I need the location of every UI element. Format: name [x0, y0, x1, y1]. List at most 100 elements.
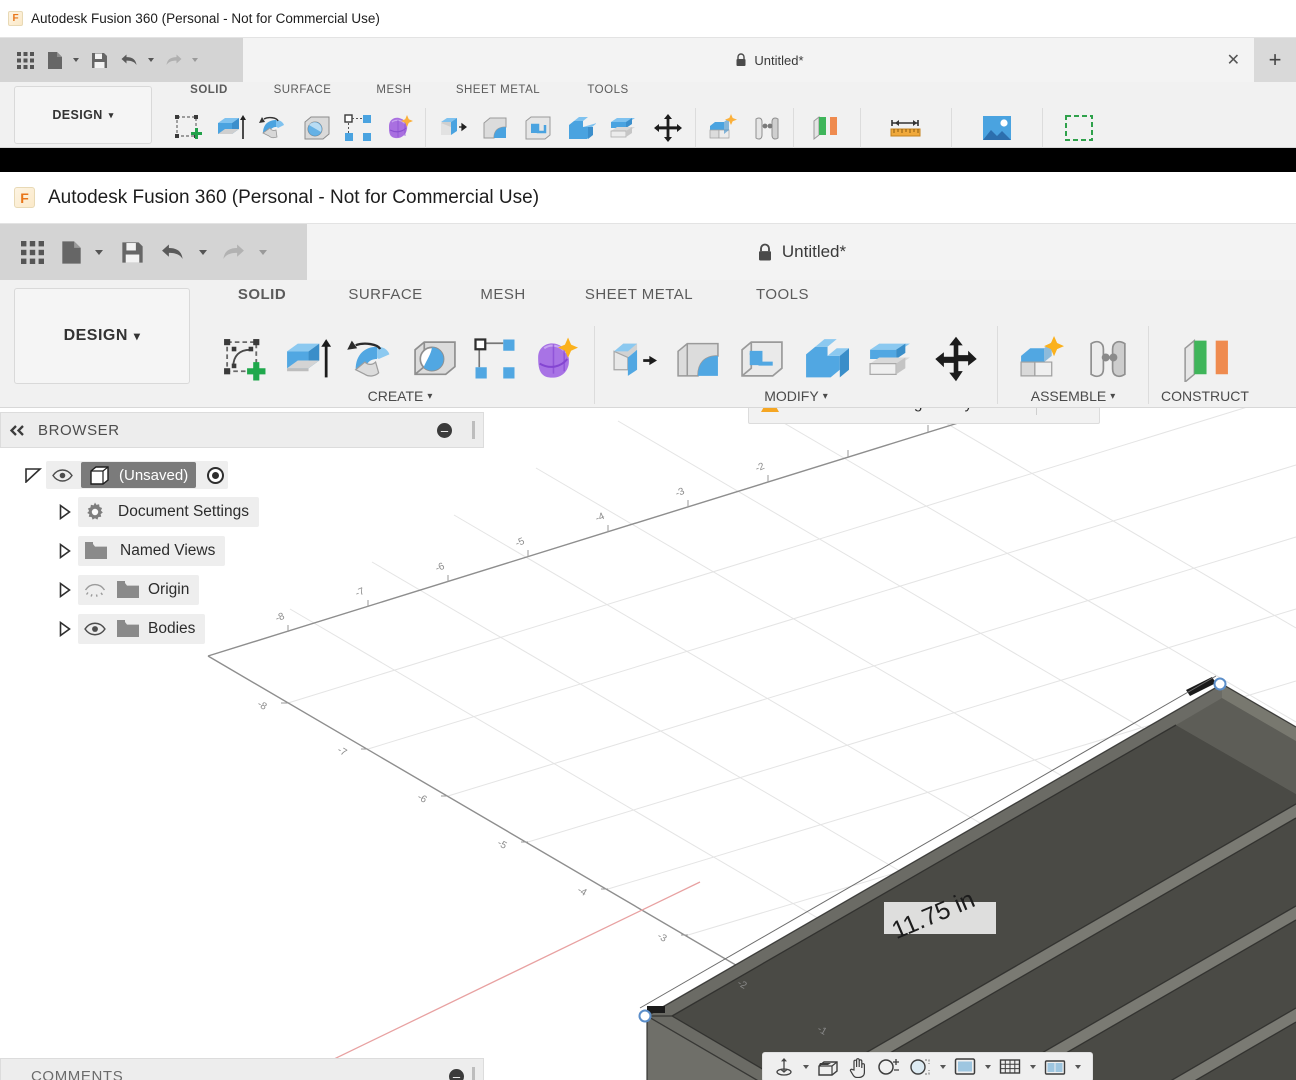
combine-icon[interactable]	[561, 108, 601, 148]
grid-apps-icon[interactable]	[12, 232, 52, 272]
insert-image-icon[interactable]	[974, 108, 1020, 148]
offset-plane-icon[interactable]	[804, 108, 850, 148]
offset-face-icon[interactable]	[604, 108, 644, 148]
select-window-icon[interactable]	[1057, 108, 1101, 148]
measure-icon[interactable]	[883, 108, 929, 148]
revolve-icon[interactable]	[254, 108, 294, 148]
pan-hand-icon[interactable]	[844, 1054, 872, 1080]
browser-node-document-settings[interactable]: Document Settings	[0, 492, 470, 531]
extrude-icon[interactable]	[211, 108, 251, 148]
new-component-icon[interactable]	[1010, 330, 1072, 388]
workspace-selector[interactable]: DESIGN ▾	[14, 288, 190, 384]
undo-caret-icon[interactable]	[194, 232, 212, 272]
top-document-tab[interactable]: Untitled*	[735, 53, 803, 68]
activate-radio-icon[interactable]	[207, 467, 224, 484]
undo-caret-icon[interactable]	[145, 45, 157, 75]
redo-arrow-icon[interactable]	[160, 45, 186, 75]
orbit-icon[interactable]	[771, 1054, 797, 1080]
comments-panel-header[interactable]: COMMENTS –	[0, 1058, 484, 1080]
tab-solid[interactable]: SOLID	[206, 286, 318, 303]
new-file-caret-icon[interactable]	[70, 45, 82, 75]
panel-modify-label[interactable]: MODIFY ▾	[764, 388, 827, 404]
grid-apps-icon[interactable]	[10, 45, 40, 75]
redo-caret-icon[interactable]	[189, 45, 201, 75]
create-sketch-icon[interactable]	[168, 108, 208, 148]
extrude-icon[interactable]	[278, 330, 336, 388]
minus-circle-icon[interactable]: –	[437, 423, 452, 438]
top-workspace-selector[interactable]: DESIGN ▾	[14, 86, 152, 144]
orbit-caret-icon[interactable]	[799, 1054, 812, 1080]
display-caret-icon[interactable]	[981, 1054, 994, 1080]
panel-construct-label[interactable]: CONSTRUCT	[1161, 388, 1249, 404]
top-tab-close-icon[interactable]: ✕	[1227, 50, 1240, 70]
revolve-icon[interactable]	[342, 330, 400, 388]
redo-arrow-icon[interactable]	[216, 232, 250, 272]
joint-icon[interactable]	[1080, 330, 1136, 388]
save-floppy-icon[interactable]	[112, 232, 152, 272]
look-at-icon[interactable]	[814, 1054, 842, 1080]
create-sketch-icon[interactable]	[216, 330, 272, 388]
combine-icon[interactable]	[797, 330, 855, 388]
undo-arrow-icon[interactable]	[116, 45, 142, 75]
browser-node-unsaved[interactable]: (Unsaved)	[0, 458, 470, 492]
fillet-icon[interactable]	[669, 330, 727, 388]
redo-caret-icon[interactable]	[254, 232, 272, 272]
expander-collapsed-icon[interactable]	[52, 616, 78, 642]
minus-circle-icon[interactable]: –	[449, 1069, 464, 1080]
save-floppy-icon[interactable]	[85, 45, 113, 75]
hole-icon[interactable]	[406, 330, 464, 388]
browser-node-unsaved-pill[interactable]: (Unsaved)	[81, 462, 196, 488]
browser-node-bodies[interactable]: Bodies	[0, 609, 470, 648]
top-new-tab-button[interactable]: +	[1254, 38, 1296, 82]
panel-assemble-label[interactable]: ASSEMBLE ▾	[1031, 388, 1116, 404]
form-icon[interactable]	[379, 108, 419, 148]
zoom-icon[interactable]	[874, 1054, 904, 1080]
grid-caret-icon[interactable]	[1026, 1054, 1039, 1080]
save-link-button[interactable]: Save	[1051, 408, 1086, 413]
press-pull-icon[interactable]	[432, 108, 472, 148]
fit-caret-icon[interactable]	[936, 1054, 949, 1080]
new-file-icon[interactable]	[43, 45, 67, 75]
browser-node-named-views[interactable]: Named Views	[0, 531, 470, 570]
pattern-icon[interactable]	[470, 330, 520, 388]
new-component-icon[interactable]	[702, 108, 744, 148]
grid-snap-icon[interactable]	[996, 1054, 1024, 1080]
hole-icon[interactable]	[297, 108, 337, 148]
fillet-icon[interactable]	[475, 108, 515, 148]
tab-tools[interactable]: TOOLS	[725, 286, 840, 303]
expander-expanded-icon[interactable]	[20, 462, 46, 488]
expander-collapsed-icon[interactable]	[52, 538, 78, 564]
press-pull-icon[interactable]	[605, 330, 663, 388]
display-settings-icon[interactable]	[951, 1054, 979, 1080]
comments-resize-grip[interactable]	[472, 1067, 475, 1080]
browser-node-origin[interactable]: Origin	[0, 570, 470, 609]
viewports-icon[interactable]	[1041, 1054, 1069, 1080]
fit-icon[interactable]	[906, 1054, 934, 1080]
offset-face-icon[interactable]	[861, 330, 919, 388]
tab-mesh[interactable]: MESH	[453, 286, 553, 303]
new-file-caret-icon[interactable]	[90, 232, 108, 272]
expander-collapsed-icon[interactable]	[52, 577, 78, 603]
undo-arrow-icon[interactable]	[156, 232, 190, 272]
tab-sheet-metal-top[interactable]: SHEET METAL	[433, 84, 563, 96]
visibility-eye-icon[interactable]	[50, 465, 74, 485]
panel-create-label[interactable]: CREATE ▾	[368, 388, 433, 404]
tab-tools-top[interactable]: TOOLS	[563, 84, 653, 96]
expander-collapsed-icon[interactable]	[52, 499, 78, 525]
viewports-caret-icon[interactable]	[1071, 1054, 1084, 1080]
double-chevron-left-icon[interactable]	[9, 425, 26, 436]
visibility-off-eye-icon[interactable]	[82, 580, 108, 600]
form-icon[interactable]	[526, 330, 584, 388]
main-document-tab[interactable]: Untitled*	[757, 242, 846, 262]
browser-resize-grip[interactable]	[472, 421, 475, 439]
move-copy-icon[interactable]	[647, 108, 689, 148]
tab-surface-top[interactable]: SURFACE	[250, 84, 355, 96]
tab-sheet-metal[interactable]: SHEET METAL	[553, 286, 725, 303]
shell-icon[interactable]	[518, 108, 558, 148]
offset-plane-icon[interactable]	[1175, 330, 1235, 388]
new-file-icon[interactable]	[56, 232, 86, 272]
tab-surface[interactable]: SURFACE	[318, 286, 453, 303]
visibility-eye-icon[interactable]	[82, 619, 108, 639]
shell-icon[interactable]	[733, 330, 791, 388]
pattern-icon[interactable]	[340, 108, 376, 148]
